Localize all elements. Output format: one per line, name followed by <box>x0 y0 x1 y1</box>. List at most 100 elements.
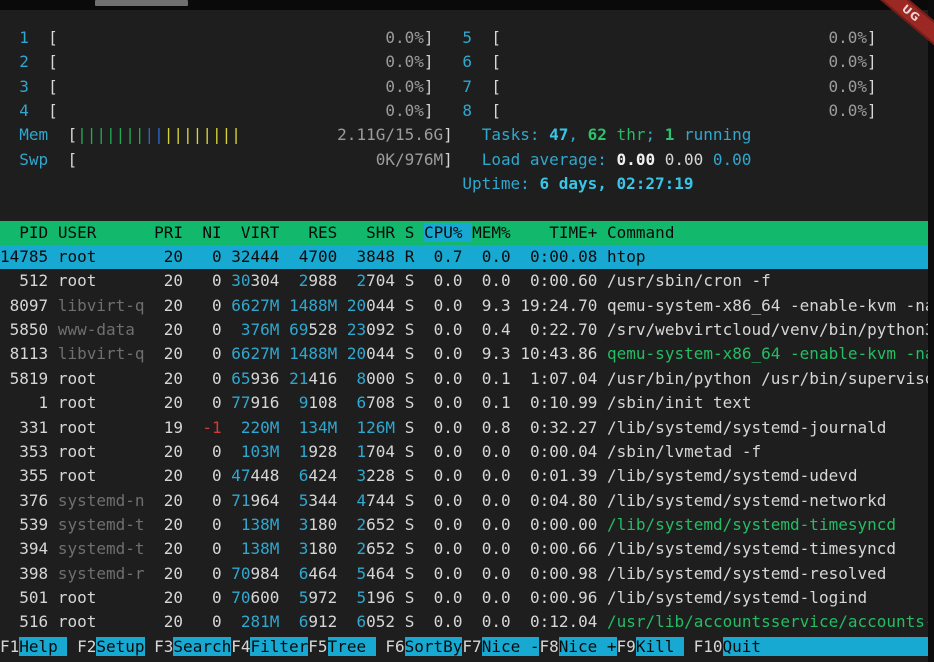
running-label: running <box>674 125 751 144</box>
process-row-8097[interactable]: 8097 libvirt-q 20 0 6627M 1488M 20044 S … <box>0 294 928 318</box>
meter-open-bracket: [ <box>491 101 501 120</box>
cell-ni: 0 <box>193 588 222 607</box>
process-row-353[interactable]: 353 root 20 0 103M 1928 1704 S 0.0 0.0 0… <box>0 440 928 464</box>
fkey-label-setup[interactable]: Setup <box>96 637 144 656</box>
cpu-number: 1 <box>19 28 29 47</box>
cell-time: 0:04.80 <box>520 491 597 510</box>
cell-pid: 331 <box>0 418 48 437</box>
cell-virt: 103M <box>231 442 279 461</box>
fkey-F5[interactable]: F5 <box>308 637 327 656</box>
column-header-pid[interactable]: PID <box>0 223 48 242</box>
fkey-F7[interactable]: F7 <box>462 637 481 656</box>
cell-user: root <box>58 369 145 388</box>
fkey-label-kill[interactable]: Kill <box>636 637 684 656</box>
process-row-539[interactable]: 539 systemd-t 20 0 138M 3180 2652 S 0.0 … <box>0 513 928 537</box>
threads-count: 62 <box>588 125 607 144</box>
cell-res: 972 <box>308 588 337 607</box>
fkey-F2[interactable]: F2 <box>77 637 96 656</box>
fkey-F8[interactable]: F8 <box>539 637 558 656</box>
cell-user: root <box>58 612 145 631</box>
fkey-F9[interactable]: F9 <box>617 637 636 656</box>
fkey-F6[interactable]: F6 <box>385 637 404 656</box>
mem-label: Mem <box>19 125 48 144</box>
cell-command: /usr/sbin/cron -f <box>607 271 771 290</box>
cell-command: /usr/lib/accountsservice/accounts- <box>607 612 928 631</box>
process-row-8113[interactable]: 8113 libvirt-q 20 0 6627M 1488M 20044 S … <box>0 342 928 366</box>
cell-cpu-pct: 0.0 <box>424 320 463 339</box>
load-five: 0.00 <box>665 150 704 169</box>
cpu-usage-value: 0.0% <box>828 77 867 96</box>
process-table-header[interactable]: PID USER PRI NI VIRT RES SHR S CPU% MEM%… <box>0 221 928 245</box>
process-row-355[interactable]: 355 root 20 0 47448 6424 3228 S 0.0 0.0 … <box>0 464 928 488</box>
cell-virt: 138M <box>231 539 279 558</box>
mem-value: 2.11G/15.6G <box>337 125 443 144</box>
fkey-label-nice-[interactable]: Nice + <box>559 637 617 656</box>
process-row-376[interactable]: 376 systemd-n 20 0 71964 5344 4744 S 0.0… <box>0 489 928 513</box>
cell-shr: 2 <box>347 515 366 534</box>
fkey-label-help[interactable]: Help <box>19 637 67 656</box>
process-row-331[interactable]: 331 root 19 -1 220M 134M 126M S 0.0 0.8 … <box>0 416 928 440</box>
cpu-meter-row-2-6: 2 [ 0.0%] 6 [ 0.0%] <box>0 50 928 74</box>
meter-open-bracket: [ <box>48 77 58 96</box>
load-fifteen: 0.00 <box>713 150 752 169</box>
column-header-shr[interactable]: SHR <box>347 223 395 242</box>
column-header-cpu%[interactable]: CPU% <box>424 223 472 242</box>
meter-close-bracket: ] <box>443 150 453 169</box>
fkey-label-filter[interactable]: Filter <box>250 637 308 656</box>
meter-open-bracket: [ <box>67 150 77 169</box>
text: ; <box>645 125 664 144</box>
column-header-virt[interactable]: VIRT <box>231 223 279 242</box>
process-row-1[interactable]: 1 root 20 0 77916 9108 6708 S 0.0 0.1 0:… <box>0 391 928 415</box>
column-header-user[interactable]: USER <box>58 223 145 242</box>
cell-user: systemd-t <box>58 539 145 558</box>
column-header-res[interactable]: RES <box>289 223 337 242</box>
function-key-bar[interactable]: F1Help F2Setup F3SearchF4FilterF5Tree F6… <box>0 635 928 659</box>
column-header-ni[interactable]: NI <box>193 223 222 242</box>
cell-cpu-pct: 0.0 <box>424 369 463 388</box>
fkey-label-search[interactable]: Search <box>173 637 231 656</box>
column-header-s[interactable]: S <box>405 223 415 242</box>
fkey-F1[interactable]: F1 <box>0 637 19 656</box>
fkey-F3[interactable]: F3 <box>154 637 173 656</box>
cpu-number: 8 <box>462 101 472 120</box>
process-row-501[interactable]: 501 root 20 0 70600 5972 5196 S 0.0 0.0 … <box>0 586 928 610</box>
process-row-398[interactable]: 398 systemd-r 20 0 70984 6464 5464 S 0.0… <box>0 562 928 586</box>
cell-user: libvirt-q <box>58 344 145 363</box>
cell-state: S <box>405 296 415 315</box>
process-row-516[interactable]: 516 root 20 0 281M 6912 6052 S 0.0 0.0 0… <box>0 610 928 634</box>
cpu-number: 2 <box>19 52 29 71</box>
fkey-label-nice-[interactable]: Nice - <box>482 637 540 656</box>
cell-res: 5 <box>289 588 308 607</box>
uptime-row: Uptime: 6 days, 02:27:19 <box>0 172 928 196</box>
cell-mem-pct: 0.0 <box>472 247 511 266</box>
cell-state: S <box>405 515 415 534</box>
cell-pid: 376 <box>0 491 48 510</box>
cell-shr: 000 <box>366 369 395 388</box>
column-header-pri[interactable]: PRI <box>154 223 183 242</box>
fkey-label-sortby[interactable]: SortBy <box>405 637 463 656</box>
fkey-F4[interactable]: F4 <box>231 637 250 656</box>
process-row-5819[interactable]: 5819 root 20 0 65936 21416 8000 S 0.0 0.… <box>0 367 928 391</box>
cell-cpu-pct: 0.0 <box>424 515 463 534</box>
cell-cpu-pct: 0.0 <box>424 564 463 583</box>
column-header-time+[interactable]: TIME+ <box>520 223 597 242</box>
process-row-14785[interactable]: 14785 root 20 0 32444 4700 3848 R 0.7 0.… <box>0 245 928 269</box>
process-row-512[interactable]: 512 root 20 0 30304 2988 2704 S 0.0 0.0 … <box>0 269 928 293</box>
column-header-mem%[interactable]: MEM% <box>472 223 511 242</box>
cell-res: 5 <box>289 491 308 510</box>
process-row-5850[interactable]: 5850 www-data 20 0 376M 69528 23092 S 0.… <box>0 318 928 342</box>
window-tab-handle[interactable] <box>95 0 188 6</box>
fkey-label-tree[interactable]: Tree <box>328 637 376 656</box>
cell-command: /lib/systemd/systemd-logind <box>607 588 867 607</box>
fkey-label-quit[interactable]: Quit <box>723 637 928 656</box>
fkey-F10[interactable]: F10 <box>694 637 723 656</box>
cell-shr: 2 <box>347 539 366 558</box>
cell-pid: 8097 <box>0 296 48 315</box>
cell-pri: 20 <box>154 588 183 607</box>
process-row-394[interactable]: 394 systemd-t 20 0 138M 3180 2652 S 0.0 … <box>0 537 928 561</box>
cell-ni: 0 <box>193 442 222 461</box>
cell-user: root <box>58 271 145 290</box>
cpu-usage-value: 0.0% <box>828 101 867 120</box>
column-header-command[interactable]: Command <box>607 223 674 242</box>
meter-open-bracket: [ <box>491 28 501 47</box>
